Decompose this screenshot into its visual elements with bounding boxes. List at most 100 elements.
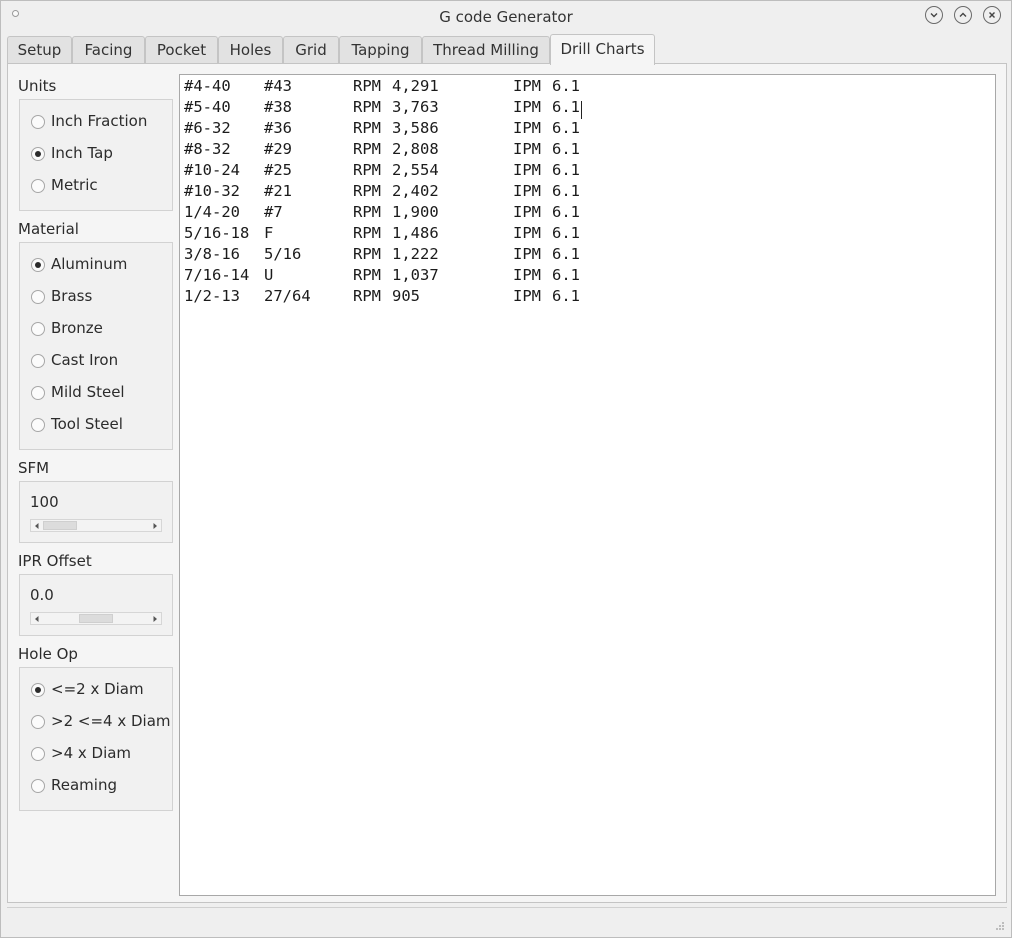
tap-size-cell: #4-40 [184,77,231,95]
ipm-label-cell: IPM [513,98,541,116]
radio-indicator-selected [31,683,45,697]
radio-indicator [31,418,45,432]
drill-chart-row: #5-40 #38 RPM 3,763 IPM 6.1 [184,98,784,119]
tab-bar: Setup Facing Pocket Holes Grid Tapping T… [7,34,1007,65]
rpm-value-cell: 3,763 [392,98,439,116]
ipm-value-cell: 6.1 [552,77,580,95]
units-label: Units [18,77,57,95]
ipm-value-cell: 6.1 [552,182,580,200]
rpm-value-cell: 4,291 [392,77,439,95]
material-label: Material [18,220,79,238]
tap-size-cell: 1/4-20 [184,203,240,221]
tab-tapping[interactable]: Tapping [339,36,422,65]
rpm-label-cell: RPM [353,287,381,305]
ipr-offset-group: 0.0 [19,574,173,636]
radio-indicator [31,115,45,129]
sfm-slider[interactable] [30,519,162,532]
tap-size-cell: 7/16-14 [184,266,250,284]
sfm-slider-thumb[interactable] [43,521,77,530]
rpm-label-cell: RPM [353,77,381,95]
tap-size-cell: #6-32 [184,119,231,137]
rpm-value-cell: 905 [392,287,420,305]
drill-chart-row: #10-32 #21 RPM 2,402 IPM 6.1 [184,182,784,203]
tab-pocket[interactable]: Pocket [145,36,218,65]
ipm-label-cell: IPM [513,287,541,305]
rpm-label-cell: RPM [353,119,381,137]
maximize-button[interactable] [954,6,972,24]
radio-indicator [31,386,45,400]
drill-size-cell: #21 [264,182,292,200]
rpm-value-cell: 1,486 [392,224,439,242]
rpm-value-cell: 1,900 [392,203,439,221]
material-group: Aluminum Brass Bronze Cast Iron Mild Ste… [19,242,173,450]
main-window: G code Generator Setup Facing Pocket Hol… [0,0,1012,938]
ipm-value-cell: 6.1 [552,287,580,305]
resize-grip-icon[interactable] [995,921,1005,931]
tab-holes[interactable]: Holes [218,36,283,65]
drill-charts-page: Units Inch Fraction Inch Tap Metric Mate… [7,63,1007,903]
rpm-label-cell: RPM [353,224,381,242]
minimize-icon [930,13,938,18]
rpm-value-cell: 2,402 [392,182,439,200]
ipr-offset-slider-thumb[interactable] [79,614,113,623]
drill-chart-row: 7/16-14 U RPM 1,037 IPM 6.1 [184,266,784,287]
scroll-left-arrow-icon[interactable] [32,521,42,531]
tap-size-cell: #5-40 [184,98,231,116]
rpm-label-cell: RPM [353,182,381,200]
hole-op-label: Hole Op [18,645,78,663]
tap-size-cell: 5/16-18 [184,224,250,242]
drill-chart-text-area[interactable]: #4-40 #43 RPM 4,291 IPM 6.1 #5-40 #38 RPM 3,763 IP… [179,74,996,896]
units-group: Inch Fraction Inch Tap Metric [19,99,173,211]
tap-size-cell: 1/2-13 [184,287,240,305]
tap-size-cell: #10-32 [184,182,240,200]
radio-indicator-selected [31,147,45,161]
drill-size-cell: #29 [264,140,292,158]
rpm-value-cell: 1,037 [392,266,439,284]
tab-drill-charts[interactable]: Drill Charts [550,34,655,65]
tap-size-cell: #8-32 [184,140,231,158]
window-title: G code Generator [439,8,573,26]
drill-size-cell: F [264,224,274,242]
drill-chart-row: #8-32 #29 RPM 2,808 IPM 6.1 [184,140,784,161]
scroll-left-arrow-icon[interactable] [32,614,42,624]
ipm-value-cell: 6.1 [552,140,580,158]
ipm-label-cell: IPM [513,266,541,284]
hole-op-group: <=2 x Diam >2 <=4 x Diam >4 x Diam Reami… [19,667,173,811]
ipm-value-cell: 6.1 [552,98,580,116]
radio-indicator [31,179,45,193]
ipm-label-cell: IPM [513,245,541,263]
ipm-value-cell: 6.1 [552,119,580,137]
close-button[interactable] [983,6,1001,24]
status-bar [7,907,1007,933]
radio-indicator-selected [31,258,45,272]
tap-size-cell: 3/8-16 [184,245,240,263]
tab-facing[interactable]: Facing [72,36,145,65]
tab-thread-milling[interactable]: Thread Milling [422,36,550,65]
radio-indicator [31,322,45,336]
rpm-value-cell: 1,222 [392,245,439,263]
rpm-label-cell: RPM [353,245,381,263]
drill-size-cell: #36 [264,119,292,137]
minimize-button[interactable] [925,6,943,24]
ipm-label-cell: IPM [513,161,541,179]
tab-setup[interactable]: Setup [7,36,72,65]
radio-indicator [31,779,45,793]
drill-chart-row: #10-24 #25 RPM 2,554 IPM 6.1 [184,161,784,182]
drill-size-cell: #43 [264,77,292,95]
drill-chart-row: 5/16-18 F RPM 1,486 IPM 6.1 [184,224,784,245]
ipr-offset-value: 0.0 [30,586,54,604]
drill-chart-row: 3/8-16 5/16 RPM 1,222 IPM 6.1 [184,245,784,266]
ipr-offset-slider[interactable] [30,612,162,625]
drill-size-cell: 5/16 [264,245,302,263]
close-icon [989,12,995,18]
ipm-label-cell: IPM [513,77,541,95]
ipm-value-cell: 6.1 [552,203,580,221]
tab-grid[interactable]: Grid [283,36,339,65]
ipm-value-cell: 6.1 [552,266,580,284]
drill-size-cell: U [264,266,274,284]
drill-chart-row: #6-32 #36 RPM 3,586 IPM 6.1 [184,119,784,140]
title-bar[interactable]: G code Generator [1,1,1011,33]
scroll-right-arrow-icon[interactable] [150,521,160,531]
radio-indicator [31,747,45,761]
scroll-right-arrow-icon[interactable] [150,614,160,624]
